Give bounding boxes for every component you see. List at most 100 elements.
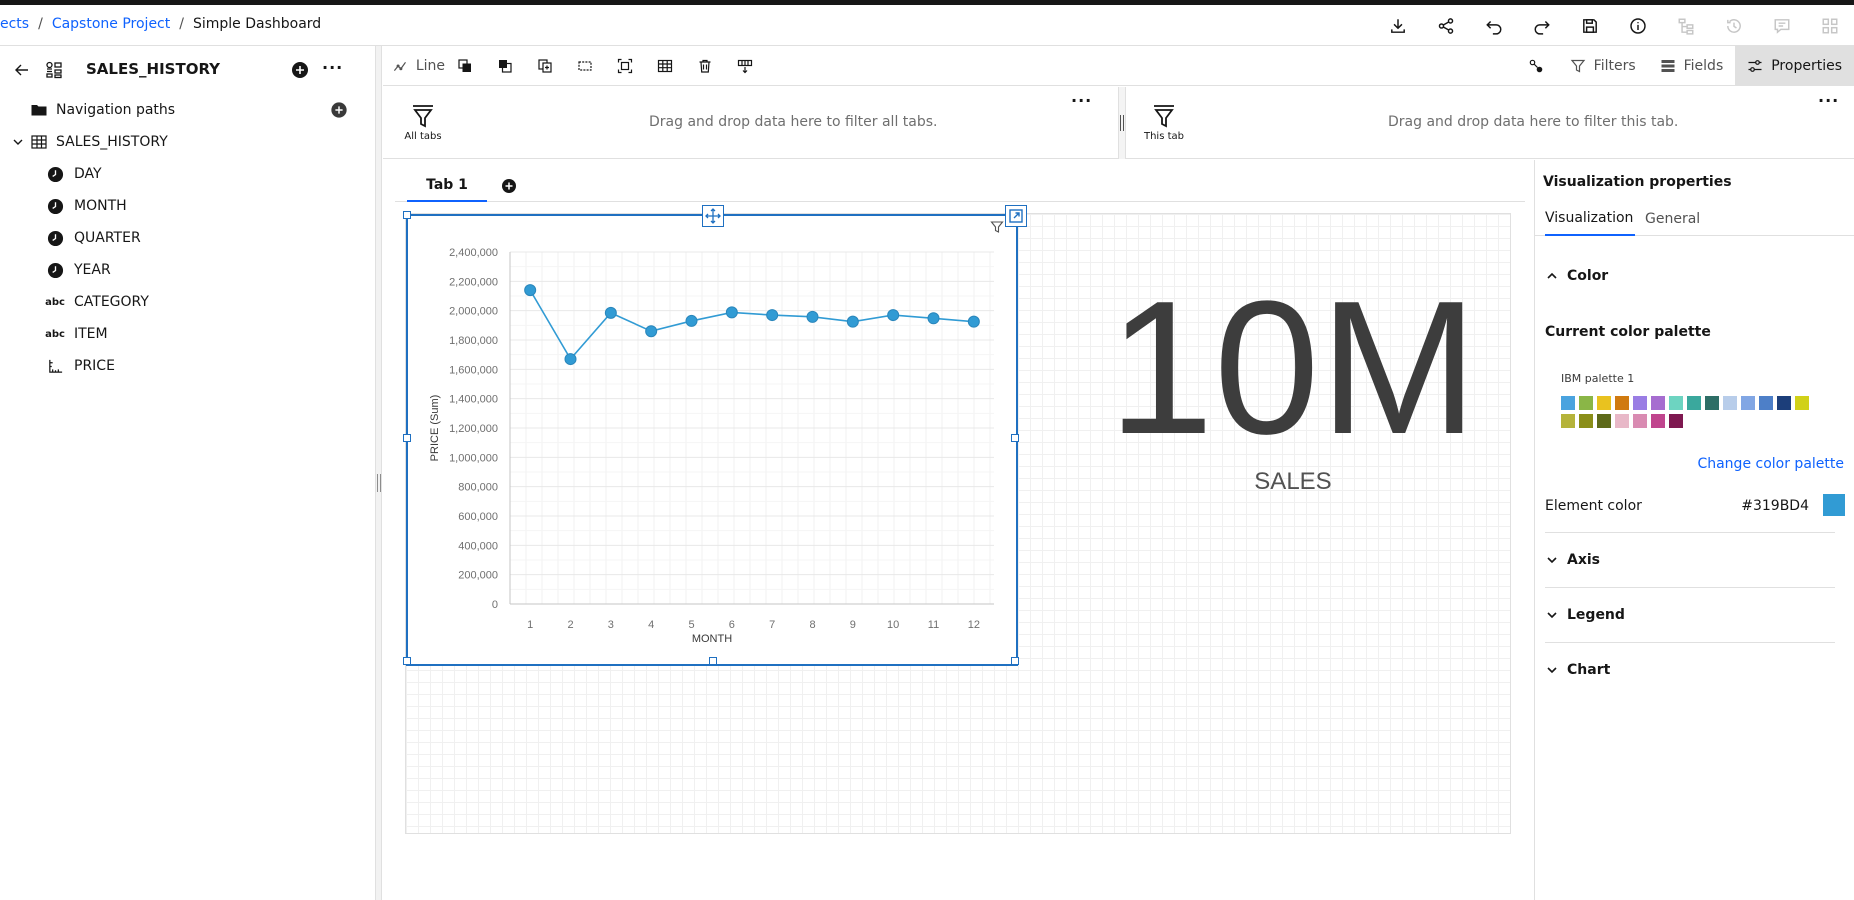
chevron-down-icon[interactable] (10, 134, 26, 150)
palette-swatch[interactable] (1669, 396, 1683, 410)
section-chart-header[interactable]: Chart (1545, 656, 1835, 698)
tab-1[interactable]: Tab 1 (407, 170, 487, 202)
field-year[interactable]: YEAR (0, 254, 375, 286)
section-legend-header[interactable]: Legend (1545, 601, 1835, 643)
tree-item-navigation-paths[interactable]: Navigation paths (0, 94, 375, 126)
change-color-palette-link[interactable]: Change color palette (1697, 456, 1844, 472)
palette-swatches[interactable] (1561, 396, 1821, 432)
line-chart[interactable]: 2,400,000 2,200,000 2,000,000 1,800,000 1,60… (408, 216, 1016, 664)
properties-toggle[interactable]: Properties (1735, 46, 1854, 86)
filter-zone-divider[interactable] (1118, 87, 1126, 159)
tab-visualization[interactable]: Visualization (1545, 202, 1635, 236)
x-tick-label: 8 (809, 619, 815, 631)
drill-through-icon[interactable] (725, 46, 765, 86)
resize-handle-top-left[interactable] (403, 211, 411, 219)
breadcrumb-projects[interactable]: ects (0, 16, 29, 32)
move-handle-icon[interactable] (702, 205, 724, 227)
info-icon[interactable] (1614, 5, 1662, 46)
splitter-grip[interactable] (377, 474, 381, 492)
table-view-icon[interactable] (645, 46, 685, 86)
palette-swatch[interactable] (1687, 396, 1701, 410)
save-icon[interactable] (1566, 5, 1614, 46)
field-category[interactable]: abc CATEGORY (0, 286, 375, 318)
panel-splitter[interactable] (376, 46, 382, 900)
palette-swatch[interactable] (1615, 414, 1629, 428)
delete-icon[interactable] (685, 46, 725, 86)
palette-swatch[interactable] (1633, 414, 1647, 428)
field-month[interactable]: MONTH (0, 190, 375, 222)
resize-handle-right[interactable] (1011, 434, 1019, 442)
add-source-icon[interactable] (290, 60, 310, 80)
filters-toggle[interactable]: Filters (1558, 46, 1648, 86)
breadcrumb-capstone-project[interactable]: Capstone Project (52, 16, 170, 32)
field-quarter[interactable]: QUARTER (0, 222, 375, 254)
visualization-toolbar: Line Filters Fields Properties (383, 46, 1854, 86)
add-tab-icon[interactable] (501, 178, 517, 194)
field-price[interactable]: PRICE (0, 350, 375, 382)
hierarchy-icon[interactable] (1662, 5, 1710, 46)
section-axis-header[interactable]: Axis (1545, 546, 1835, 588)
this-tab-filter-zone[interactable]: This tab Drag and drop data here to filt… (1126, 87, 1854, 159)
undo-icon[interactable] (1470, 5, 1518, 46)
history-icon[interactable] (1710, 5, 1758, 46)
send-to-back-icon[interactable] (485, 46, 525, 86)
palette-swatch[interactable] (1597, 396, 1611, 410)
y-tick-label: 2,200,000 (449, 276, 498, 288)
tab-general[interactable]: General (1645, 202, 1700, 236)
grid-icon[interactable] (1806, 5, 1854, 46)
palette-swatch[interactable] (1561, 414, 1575, 428)
back-arrow-icon[interactable] (12, 60, 32, 80)
element-color-swatch[interactable] (1823, 494, 1845, 516)
all-tabs-filter-zone[interactable]: All tabs Drag and drop data here to filt… (383, 87, 1118, 159)
element-color-row[interactable]: Element color #319BD4 (1545, 494, 1845, 518)
resize-handle-left[interactable] (403, 434, 411, 442)
field-day[interactable]: DAY (0, 158, 375, 190)
share-icon[interactable] (1422, 5, 1470, 46)
duplicate-icon[interactable] (525, 46, 565, 86)
fit-to-content-icon[interactable] (605, 46, 645, 86)
fields-toggle[interactable]: Fields (1648, 46, 1736, 86)
section-color-header[interactable]: Color (1545, 264, 1835, 288)
palette-swatch[interactable] (1651, 396, 1665, 410)
palette-swatch[interactable] (1633, 396, 1647, 410)
palette-swatch[interactable] (1759, 396, 1773, 410)
download-icon[interactable] (1374, 5, 1422, 46)
palette-swatch[interactable] (1579, 414, 1593, 428)
line-chart-icon (393, 61, 406, 71)
palette-swatch[interactable] (1615, 396, 1629, 410)
all-tabs-overflow-menu[interactable]: ··· (1071, 91, 1092, 110)
change-visualization-button[interactable]: Line (383, 58, 445, 74)
divider-grip[interactable] (1120, 115, 1124, 131)
kpi-widget[interactable]: 10M SALES (1068, 245, 1518, 535)
add-navigation-path-icon[interactable] (330, 101, 348, 119)
palette-swatch[interactable] (1561, 396, 1575, 410)
data-source-icon[interactable] (44, 60, 64, 80)
bring-to-front-icon[interactable] (445, 46, 485, 86)
palette-swatch[interactable] (1651, 414, 1665, 428)
palette-swatch[interactable] (1597, 414, 1611, 428)
relationships-icon[interactable] (1514, 46, 1558, 86)
expand-icon[interactable] (1005, 205, 1027, 227)
line-chart-widget[interactable]: 2,400,000 2,200,000 2,000,000 1,800,000 1,60… (403, 205, 1027, 666)
comment-icon[interactable] (1758, 5, 1806, 46)
palette-swatch[interactable] (1579, 396, 1593, 410)
palette-swatch[interactable] (1723, 396, 1737, 410)
properties-label: Properties (1771, 58, 1842, 74)
field-item[interactable]: abc ITEM (0, 318, 375, 350)
palette-swatch[interactable] (1795, 396, 1809, 410)
panel-overflow-menu[interactable]: ··· (322, 58, 343, 77)
select-area-icon[interactable] (565, 46, 605, 86)
palette-swatch[interactable] (1777, 396, 1791, 410)
palette-swatch[interactable] (1705, 396, 1719, 410)
resize-handle-bottom-left[interactable] (403, 657, 411, 665)
resize-handle-bottom[interactable] (709, 657, 717, 665)
this-tab-overflow-menu[interactable]: ··· (1818, 91, 1839, 110)
palette-swatch[interactable] (1669, 414, 1683, 428)
palette-swatch[interactable] (1741, 396, 1755, 410)
widget-filter-icon[interactable] (990, 220, 1004, 234)
tree-item-sales-history-table[interactable]: SALES_HISTORY (0, 126, 375, 158)
redo-icon[interactable] (1518, 5, 1566, 46)
dashboard-tabs: Tab 1 (395, 170, 1525, 202)
data-point (685, 314, 698, 327)
resize-handle-bottom-right[interactable] (1011, 657, 1019, 665)
